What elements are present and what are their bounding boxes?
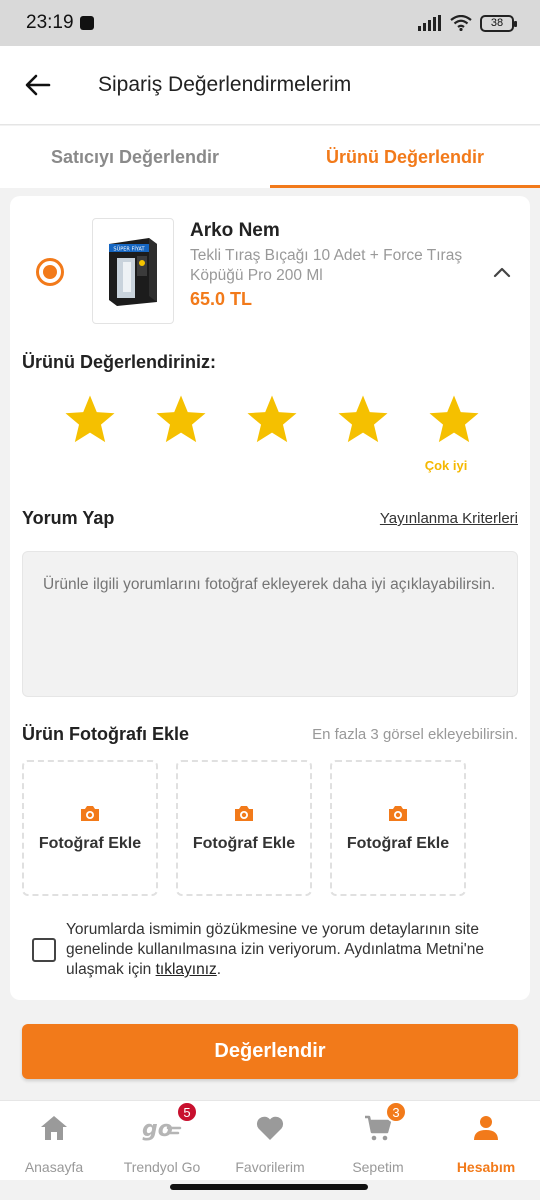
bottom-navigation: Anasayfa go 5 Trendyol Go Favorilerim 3 …: [0, 1100, 540, 1180]
app-header: Sipariş Değerlendirmelerim: [0, 46, 540, 124]
add-photo-label: Fotoğraf Ekle: [38, 834, 142, 852]
status-time: 23:19: [26, 12, 74, 33]
nav-item-cart[interactable]: 3 Sepetim: [324, 1101, 432, 1180]
product-brand: Arko Nem: [190, 220, 280, 241]
star-rating: [62, 390, 482, 450]
chevron-up-icon: [493, 267, 511, 277]
photo-section-title: Ürün Fotoğrafı Ekle: [22, 724, 190, 744]
radio-selected-dot: [43, 265, 57, 279]
consent-text-end: .: [216, 961, 222, 978]
disclosure-link[interactable]: tıklayınız: [156, 961, 217, 978]
submit-review-button[interactable]: Değerlendir: [22, 1024, 518, 1079]
product-select-radio[interactable]: [36, 258, 64, 286]
camera-icon: [235, 805, 253, 821]
cart-badge: 3: [385, 1101, 407, 1123]
wifi-icon: [450, 15, 472, 31]
rating-title: Ürünü Değerlendiriniz:: [22, 352, 217, 372]
nav-item-home[interactable]: Anasayfa: [0, 1101, 108, 1180]
camera-icon: [81, 805, 99, 821]
nav-item-favorites[interactable]: Favorilerim: [216, 1101, 324, 1180]
star-icon: [429, 395, 479, 443]
product-thumbnail: SÜPER FİYAT: [92, 218, 174, 324]
star-2[interactable]: [153, 390, 209, 450]
page-title: Sipariş Değerlendirmelerim: [98, 73, 352, 96]
trendyol-go-badge: 5: [176, 1101, 198, 1123]
publishing-criteria-link[interactable]: Yayınlanma Kriterleri: [380, 510, 518, 527]
product-box-badge-text: SÜPER FİYAT: [113, 246, 145, 253]
product-box-image: SÜPER FİYAT: [109, 238, 157, 306]
status-icons: 38: [418, 14, 517, 32]
nav-label: Anasayfa: [24, 1159, 84, 1175]
nav-label: Hesabım: [456, 1159, 516, 1175]
home-icon: [39, 1111, 69, 1145]
star-5[interactable]: [426, 390, 482, 450]
nav-label: Sepetim: [352, 1159, 404, 1175]
nav-item-trendyol-go[interactable]: go 5 Trendyol Go: [108, 1101, 216, 1180]
collapse-button[interactable]: [488, 258, 516, 286]
nav-item-account[interactable]: Hesabım: [432, 1101, 540, 1180]
camera-icon: [389, 805, 407, 821]
star-icon: [247, 395, 297, 443]
heart-icon: [255, 1111, 285, 1145]
battery-icon: 38: [480, 14, 517, 32]
star-1[interactable]: [62, 390, 118, 450]
user-icon: [471, 1111, 501, 1145]
rating-label: Çok iyi: [424, 458, 468, 473]
add-photo-button-1[interactable]: Fotoğraf Ekle: [22, 760, 158, 896]
product-name: Tekli Tıraş Bıçağı 10 Adet + Force Tıraş…: [190, 247, 463, 284]
nav-label: Favorilerim: [235, 1159, 305, 1175]
review-tabs: Satıcıyı Değerlendir Ürünü Değerlendir: [0, 126, 540, 188]
status-bar: 23:19 38: [0, 0, 540, 46]
consent-text: Yorumlarda ismimin gözükmesine ve yorum …: [66, 920, 516, 980]
svg-text:go: go: [142, 1117, 173, 1142]
star-icon: [156, 395, 206, 443]
photo-limit-hint: En fazla 3 görsel ekleyebilirsin.: [312, 726, 518, 743]
add-photo-button-3[interactable]: Fotoğraf Ekle: [330, 760, 466, 896]
comment-title: Yorum Yap: [22, 508, 115, 528]
home-indicator[interactable]: [170, 1184, 368, 1190]
photo-slots: Fotoğraf Ekle Fotoğraf Ekle Fotoğraf Ekl…: [22, 760, 466, 896]
tab-rate-seller[interactable]: Satıcıyı Değerlendir: [0, 126, 270, 188]
tab-rate-product[interactable]: Ürünü Değerlendir: [270, 126, 540, 188]
arrow-left-icon: [25, 74, 51, 96]
review-card: SÜPER FİYAT Arko Nem Tekli Tıraş Bıçağı …: [10, 196, 530, 1000]
notification-dot-icon: [79, 16, 94, 30]
signal-icon: [418, 15, 441, 31]
star-icon: [65, 395, 115, 443]
star-3[interactable]: [244, 390, 300, 450]
add-photo-label: Fotoğraf Ekle: [192, 834, 296, 852]
cart-icon: 3: [363, 1101, 407, 1145]
comment-input[interactable]: [22, 551, 518, 697]
add-photo-button-2[interactable]: Fotoğraf Ekle: [176, 760, 312, 896]
star-4[interactable]: [335, 390, 391, 450]
back-button[interactable]: [0, 46, 76, 124]
nav-label: Trendyol Go: [123, 1159, 201, 1175]
consent-checkbox[interactable]: [32, 938, 56, 962]
consent-text-body: Yorumlarda ismimin gözükmesine ve yorum …: [66, 921, 484, 978]
star-icon: [338, 395, 388, 443]
product-price: 65.0 TL: [190, 289, 253, 309]
add-photo-label: Fotoğraf Ekle: [346, 834, 450, 852]
trendyol-go-icon: go 5: [140, 1101, 198, 1145]
